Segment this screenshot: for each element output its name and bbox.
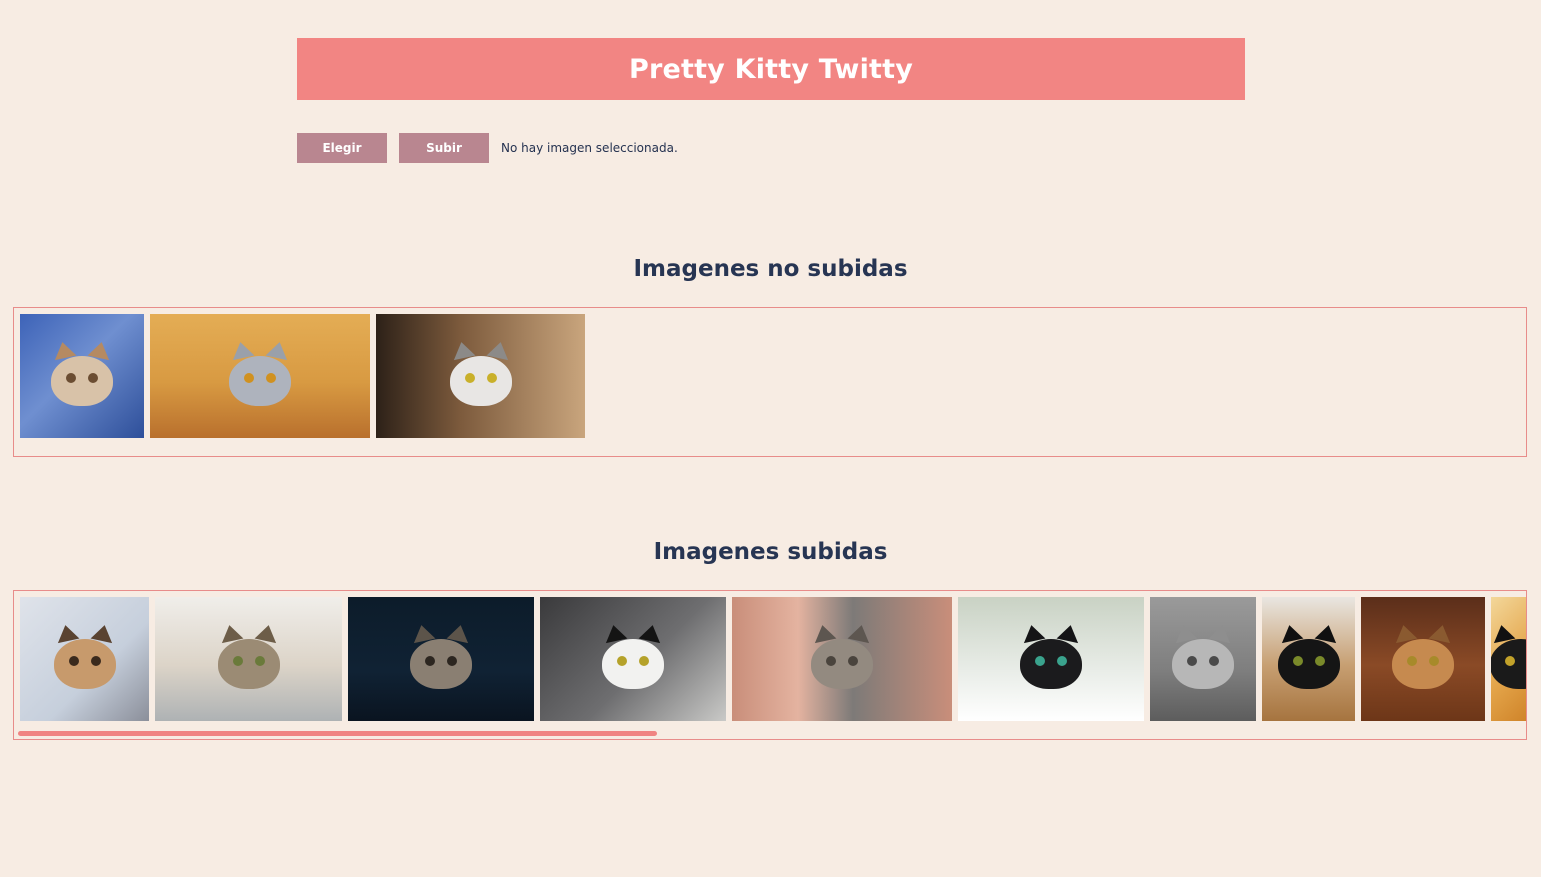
cat-eye-r [1429,655,1439,666]
uploaded-cat-face-2 [410,622,472,689]
pending-section-title: Imagenes no subidas [633,256,908,282]
cat-eye-r [486,372,497,383]
cat-eye-l [1407,655,1417,666]
cat-eye-l [1505,655,1515,666]
pending-cat-face-2 [449,339,512,406]
cat-ear-r [638,622,664,644]
uploaded-cat-face-7 [1277,622,1340,689]
cat-ear-l [450,339,475,361]
uploaded-image-strip [20,597,1526,721]
black-cat-green-eyes-photo[interactable] [958,597,1144,721]
horizontal-scrollbar[interactable] [18,731,657,736]
cat-ear-r [87,339,113,361]
tabby-dark-background-photo[interactable] [348,597,534,721]
cat-ear-r [1056,622,1082,644]
cat-eye-r [447,655,457,666]
cat-eye-r [1209,655,1219,666]
pending-cat-face-0 [51,339,113,406]
cat-ear-r [1208,622,1234,644]
pending-image-strip [20,314,591,438]
pending-cat-face-1 [229,339,291,406]
uploaded-cat-face-1 [217,622,280,689]
cat-eye-l [1035,655,1045,666]
cat-ear-l [218,622,243,644]
choose-image-button[interactable]: Elegir [297,133,387,163]
cat-face-hands-photo[interactable] [732,597,952,721]
tabby-cat-box-photo[interactable] [1361,597,1485,721]
black-cat-wood-floor-photo[interactable] [1262,597,1355,721]
cat-eye-r [1057,655,1067,666]
cat-ear-l [1491,622,1516,644]
cat-ear-r [265,339,291,361]
cat-tongue-photo[interactable] [20,314,144,438]
cat-ear-l [51,339,77,361]
cat-ear-r [486,339,511,361]
cat-ear-r [446,622,472,644]
selection-status: No hay imagen seleccionada. [501,141,678,155]
uploaded-cat-face-8 [1392,622,1454,689]
pending-gallery [13,307,1527,457]
uploaded-cat-face-0 [53,622,116,689]
cat-eye-r [848,655,858,666]
cat-eye-r [266,372,276,383]
uploaded-cat-face-5 [1020,622,1082,689]
app-header: Pretty Kitty Twitty [297,38,1245,100]
cat-in-paper-roll-photo[interactable] [376,314,585,438]
cat-ear-r [1428,622,1454,644]
cat-autumn-leaves-photo[interactable] [1491,597,1526,721]
app-title: Pretty Kitty Twitty [628,53,914,85]
cat-eye-r [1314,655,1325,666]
cat-ear-l [229,339,255,361]
tabby-lying-sofa-photo[interactable] [155,597,342,721]
cat-eye-l [464,372,475,383]
cat-ear-l [1020,622,1046,644]
uploaded-gallery [13,590,1527,740]
uploaded-cat-face-3 [602,622,664,689]
cat-eye-l [1292,655,1303,666]
cat-ear-l [602,622,628,644]
cat-eye-l [826,655,836,666]
cat-ear-l [1392,622,1418,644]
cat-ear-r [847,622,873,644]
cat-ear-l [54,622,79,644]
uploaded-cat-face-9 [1491,622,1526,689]
cat-eye-l [617,655,627,666]
uploaded-section-title: Imagenes subidas [653,539,888,565]
cat-ear-r [254,622,279,644]
cat-eye-l [425,655,435,666]
cat-eye-l [66,372,76,383]
cat-ear-l [1172,622,1198,644]
cat-eye-r [88,372,98,383]
cat-eye-r [90,655,101,666]
cat-eye-l [232,655,243,666]
grey-cat-sitting-photo[interactable] [1150,597,1256,721]
cat-eye-l [1187,655,1197,666]
cat-eye-r [254,655,265,666]
tuxedo-cat-sofa-photo[interactable] [540,597,726,721]
grey-cat-peeking-photo[interactable] [150,314,370,438]
cat-eye-r [639,655,649,666]
cat-ear-l [811,622,837,644]
cat-eye-l [68,655,79,666]
upload-controls: Elegir Subir No hay imagen seleccionada. [297,133,678,163]
uploaded-cat-face-4 [811,622,873,689]
cat-ear-r [90,622,115,644]
cat-ear-l [1278,622,1303,644]
uploaded-cat-face-6 [1172,622,1234,689]
tabby-yawning-photo[interactable] [20,597,149,721]
cat-ear-l [410,622,436,644]
upload-image-button[interactable]: Subir [399,133,489,163]
cat-eye-l [244,372,254,383]
cat-ear-r [1314,622,1339,644]
